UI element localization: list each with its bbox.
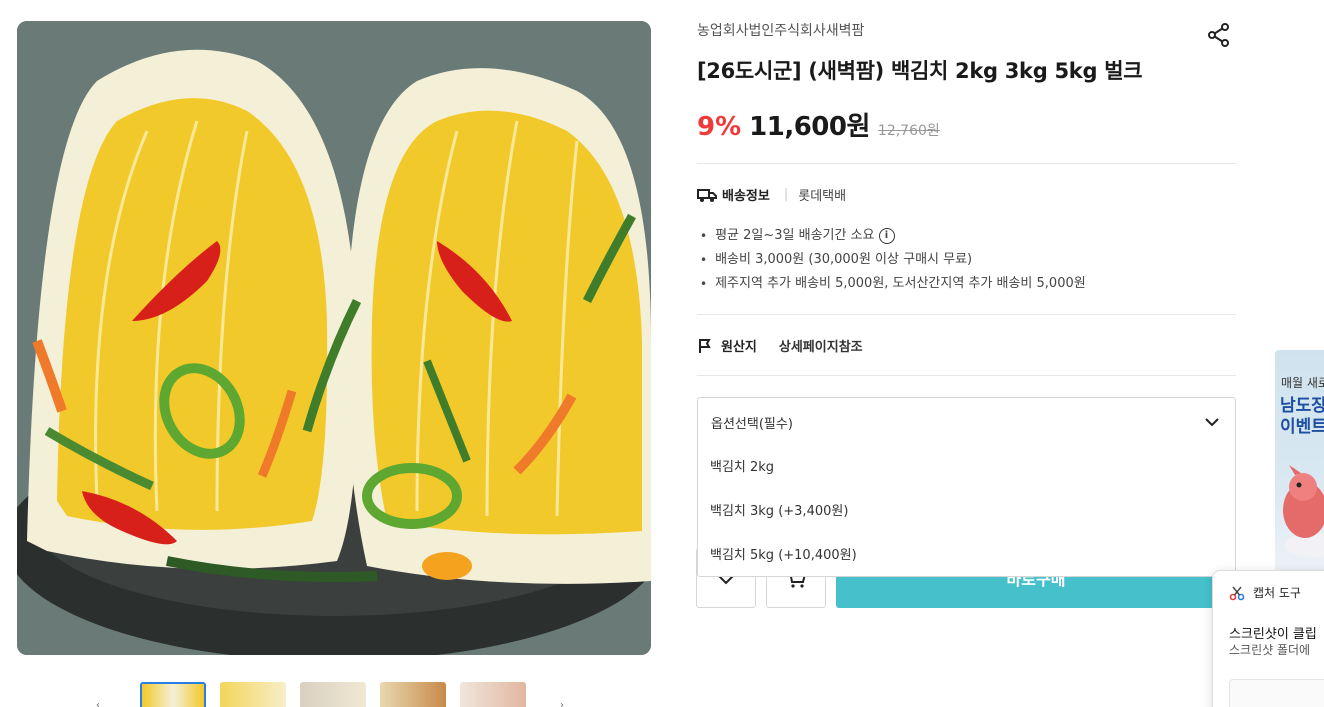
option-select[interactable]: 옵션선택(필수) 백김치 2kg 백김치 3kg (+3,400원) 백김치 5… xyxy=(697,397,1236,577)
thumbnail-1[interactable] xyxy=(140,682,206,707)
option-select-header[interactable]: 옵션선택(필수) xyxy=(698,398,1235,446)
divider xyxy=(697,314,1236,315)
banner-subtitle: 매월 새로 xyxy=(1281,376,1324,390)
shipping-header: 배송정보 | 롯데택배 xyxy=(697,185,846,204)
side-event-banner[interactable]: 매월 새로 남도장 이벤트 xyxy=(1275,350,1324,572)
thumbnail-2[interactable] xyxy=(220,682,286,707)
origin-row: 원산지 상세페이지참조 xyxy=(697,336,863,355)
capture-tool-notification[interactable]: 캡처 도구 스크린샷이 클립 스크린샷 폴더에 xyxy=(1212,570,1324,707)
seller-name[interactable]: 농업회사법인주식회사새벽팜 xyxy=(697,20,864,40)
toast-preview[interactable] xyxy=(1229,679,1324,707)
banner-title: 남도장 이벤트 xyxy=(1280,396,1324,437)
divider xyxy=(697,375,1236,376)
truck-icon xyxy=(697,188,717,202)
separator: | xyxy=(783,187,789,202)
discount-rate: 9% xyxy=(697,112,742,142)
shipping-notes: 평균 2일~3일 배송기간 소요i 배송비 3,000원 (30,000원 이상… xyxy=(700,224,1086,296)
list-item: 제주지역 추가 배송비 5,000원, 도서산간지역 추가 배송비 5,000원 xyxy=(700,272,1086,296)
list-item: 배송비 3,000원 (30,000원 이상 구매시 무료) xyxy=(700,248,1086,272)
mascot-icon xyxy=(1283,465,1324,557)
chevron-down-icon xyxy=(1205,418,1219,427)
scissors-icon xyxy=(1229,586,1245,601)
shipping-company: 롯데택배 xyxy=(798,189,847,204)
thumbnail-next-icon[interactable]: › xyxy=(560,700,564,707)
option-item-3kg[interactable]: 백김치 3kg (+3,400원) xyxy=(698,490,1235,534)
option-item-5kg[interactable]: 백김치 5kg (+10,400원) xyxy=(698,534,1235,578)
info-icon[interactable]: i xyxy=(878,228,895,244)
shipping-label: 배송정보 xyxy=(722,189,770,204)
original-price: 12,760원 xyxy=(877,123,940,139)
origin-label: 원산지 xyxy=(721,340,757,355)
thumbnail-5[interactable] xyxy=(460,682,526,707)
kimchi-photo xyxy=(17,21,651,655)
divider xyxy=(697,163,1236,164)
option-placeholder: 옵션선택(필수) xyxy=(711,416,793,432)
price-row: 9% 11,600원 12,760원 xyxy=(697,106,940,143)
thumbnail-4[interactable] xyxy=(380,682,446,707)
thumbnail-prev-icon[interactable]: ‹ xyxy=(96,700,100,707)
sale-price: 11,600원 xyxy=(749,112,870,142)
product-title: [26도시군] (새벽팜) 백김치 2kg 3kg 5kg 벌크 xyxy=(697,59,1143,83)
toast-subtext: 스크린샷 폴더에 xyxy=(1229,643,1311,657)
list-item: 평균 2일~3일 배송기간 소요i xyxy=(700,224,1086,248)
origin-value: 상세페이지참조 xyxy=(778,340,863,355)
share-icon[interactable] xyxy=(1206,22,1232,48)
flag-icon xyxy=(699,338,711,353)
option-item-2kg[interactable]: 백김치 2kg xyxy=(698,446,1235,490)
thumbnail-3[interactable] xyxy=(300,682,366,707)
product-main-image xyxy=(17,21,651,655)
toast-app-name: 캡처 도구 xyxy=(1253,586,1301,600)
toast-message: 스크린샷이 클립 xyxy=(1229,627,1317,642)
